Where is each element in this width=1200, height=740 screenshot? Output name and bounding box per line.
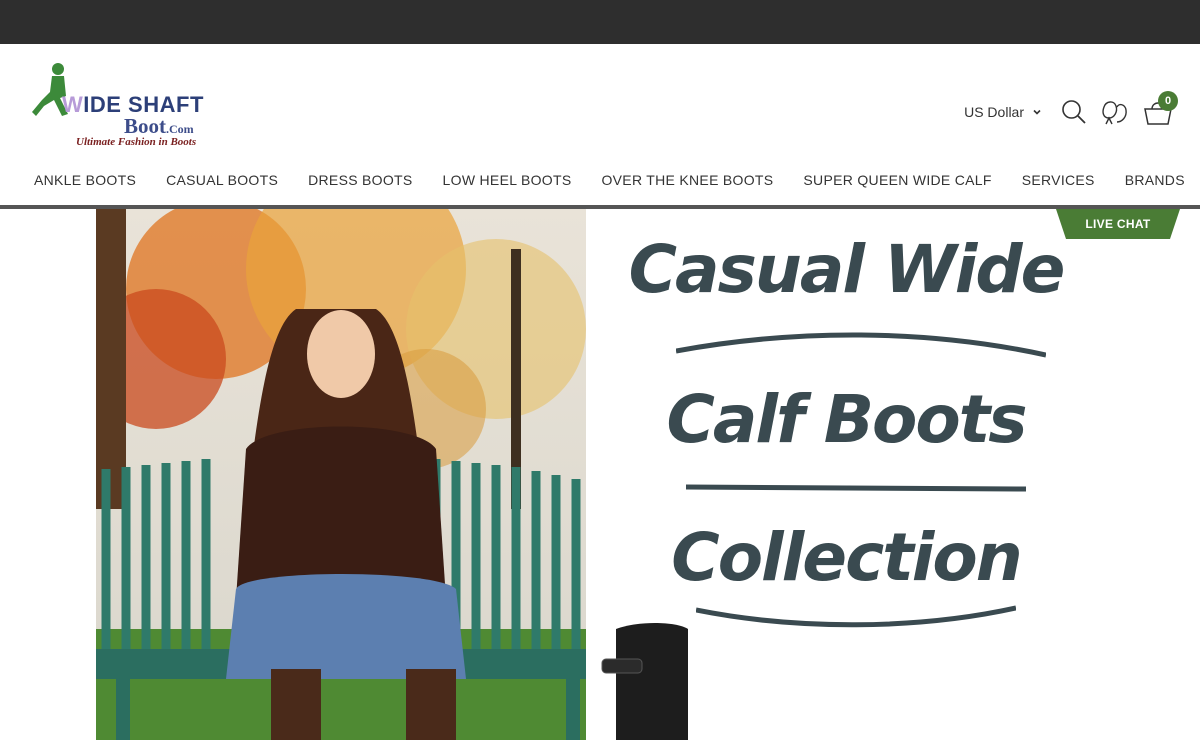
nav-over-the-knee-boots[interactable]: OVER THE KNEE BOOTS [601, 172, 773, 188]
site-logo[interactable]: WIDE SHAFT Boot.Com Ultimate Fashion in … [32, 62, 222, 154]
nav-dress-boots[interactable]: DRESS BOOTS [308, 172, 412, 188]
banner-line3: Collection [671, 519, 1022, 596]
site-header: WIDE SHAFT Boot.Com Ultimate Fashion in … [0, 44, 1200, 188]
banner-underline-3 [696, 605, 1016, 628]
boot-image [601, 623, 688, 740]
main-nav: ANKLE BOOTS CASUAL BOOTS DRESS BOOTS LOW… [34, 172, 1200, 188]
header-tools: US Dollar 0 [964, 91, 1178, 130]
nav-services[interactable]: SERVICES [1022, 172, 1095, 188]
banner-line2: Calf Boots [666, 381, 1027, 458]
cart-icon[interactable]: 0 [1142, 91, 1178, 127]
live-chat-label: LIVE CHAT [1085, 217, 1151, 231]
nav-low-heel-boots[interactable]: LOW HEEL BOOTS [443, 172, 572, 188]
banner-underline-2 [686, 484, 1026, 492]
hero-banner[interactable]: Casual Wide Calf Boots Collection [96, 209, 1106, 740]
nav-brands[interactable]: BRANDS [1125, 172, 1185, 188]
banner-underline-1 [676, 332, 1046, 358]
currency-selector[interactable]: US Dollar [964, 104, 1042, 120]
banner-line1: Casual Wide [628, 231, 1066, 308]
live-chat-button[interactable]: LIVE CHAT [1056, 209, 1180, 239]
currency-label: US Dollar [964, 104, 1024, 120]
nav-super-queen-wide-calf[interactable]: SUPER QUEEN WIDE CALF [803, 172, 991, 188]
top-bar [0, 0, 1200, 44]
chevron-down-icon [1032, 107, 1042, 117]
nav-casual-boots[interactable]: CASUAL BOOTS [166, 172, 278, 188]
search-icon[interactable] [1060, 98, 1088, 126]
account-icon[interactable] [1100, 98, 1130, 126]
nav-ankle-boots[interactable]: ANKLE BOOTS [34, 172, 136, 188]
banner-headline: Casual Wide Calf Boots Collection [586, 209, 1106, 740]
logo-tagline: Ultimate Fashion in Boots [76, 136, 197, 148]
hero-photo [96, 209, 586, 740]
cart-count-badge: 0 [1158, 91, 1178, 111]
